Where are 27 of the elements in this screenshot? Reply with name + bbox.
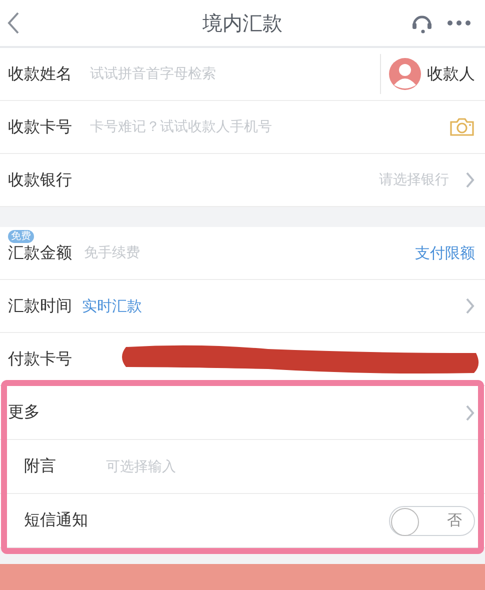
sms-toggle[interactable]: 否 [389, 506, 475, 536]
field-label: 附言 [24, 456, 57, 477]
chevron-icon [465, 404, 475, 422]
payee-button[interactable]: 收款人 [380, 54, 475, 94]
payment-limit-link[interactable]: 支付限额 [415, 244, 475, 262]
field-label: 汇款时间 [8, 296, 73, 316]
note-field[interactable]: 可选择输入 [104, 458, 475, 476]
chevron-icon [465, 297, 475, 315]
transfer-time-value[interactable]: 实时汇款 [82, 296, 142, 316]
field-label: 付款卡号 [8, 348, 73, 370]
chevron-icon [465, 171, 475, 189]
field-label: 收款卡号 [8, 116, 73, 138]
field-label: 短信通知 [24, 510, 89, 531]
more-icon[interactable] [447, 20, 471, 26]
input-field[interactable]: 试试拼音首字母检索 [88, 65, 380, 83]
field-label: 汇款金额 [8, 242, 73, 264]
page-title: 境内汇款 [202, 10, 282, 36]
avatar-icon [389, 58, 421, 90]
field-label: 更多 [8, 402, 41, 423]
bank-select-hint[interactable]: 请选择银行 [379, 171, 449, 189]
input-field[interactable]: 卡号难记？试试收款人手机号 [88, 118, 449, 136]
back-icon[interactable] [6, 11, 20, 35]
field-label: 收款姓名 [8, 64, 73, 84]
free-badge: 免费 [8, 230, 34, 243]
amount-field[interactable]: 免手续费 [82, 244, 415, 262]
camera-icon[interactable] [449, 117, 475, 137]
field-label: 收款银行 [8, 170, 73, 190]
